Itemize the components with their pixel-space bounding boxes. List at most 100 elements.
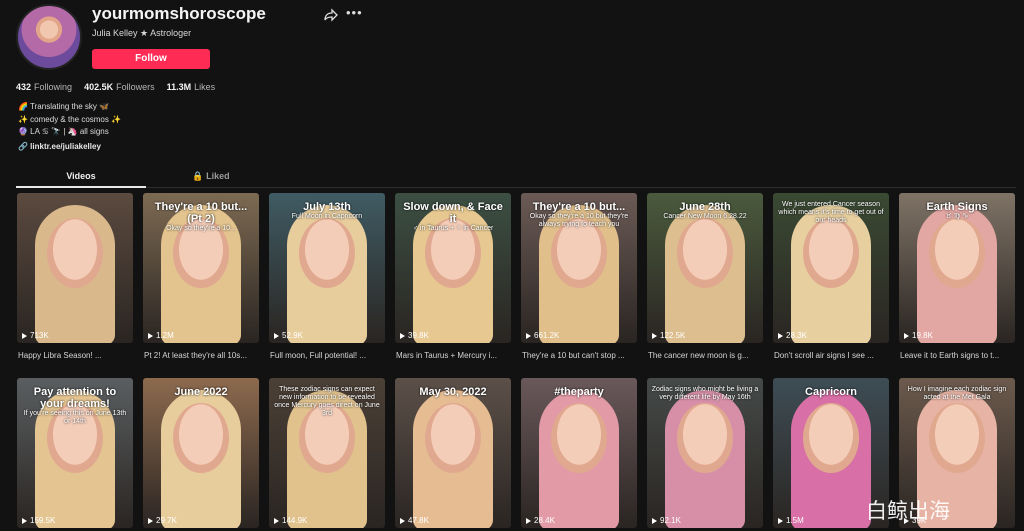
likes-count: 11.3M Likes [166, 82, 216, 92]
view-count: 29.7K [148, 516, 177, 525]
play-icon [22, 332, 27, 339]
video-thumbnail[interactable]: We just entered Cancer season which mean… [773, 193, 889, 343]
video-thumbnail[interactable]: Zodiac signs who might be living a very … [647, 378, 763, 528]
thumbnail-subtext: Okay so they're a 10... [166, 225, 236, 232]
view-count-text: 1.2M [156, 331, 174, 340]
active-tab-indicator [16, 186, 146, 188]
thumbnail-face [299, 218, 355, 288]
play-icon [652, 517, 657, 524]
video-thumbnail[interactable]: May 30, 2022 47.8K [395, 378, 511, 528]
play-icon [148, 332, 153, 339]
view-count-text: 39.8K [408, 331, 429, 340]
profile-link[interactable]: 🔗 linktr.ee/juliakelley [18, 142, 101, 151]
profile-bio: 🌈 Translating the sky 🦋 ✨ comedy & the c… [18, 101, 121, 139]
video-caption[interactable]: Happy Libra Season! ... [18, 351, 134, 360]
play-icon [526, 517, 531, 524]
view-count-text: 1.5M [786, 516, 804, 525]
thumbnail-subtext: Zodiac signs who might be living a very … [651, 386, 759, 401]
video-thumbnail[interactable]: These zodiac signs can expect new inform… [269, 378, 385, 528]
play-icon [22, 517, 27, 524]
play-icon [778, 517, 783, 524]
thumbnail-overlay-text: May 30, 2022 [399, 386, 507, 398]
following-count[interactable]: 432 Following [16, 82, 72, 92]
play-icon [904, 332, 909, 339]
thumbnail-subtext: Full Moon in Capricorn [291, 213, 363, 220]
view-count: 713K [22, 331, 49, 340]
view-count: 28.3K [778, 331, 807, 340]
video-thumbnail[interactable]: Slow down, & Face it ♂ in Taurus + ☿ in C… [395, 193, 511, 343]
thumbnail-subtext: ♉ ♍ ♑ [945, 213, 969, 220]
view-count-text: 28.3K [786, 331, 807, 340]
thumbnail-title: July 13th [303, 201, 351, 213]
view-count: 144.9K [274, 516, 307, 525]
view-count-text: 122.5K [660, 331, 686, 340]
video-thumbnail[interactable]: They're a 10 but... (Pt 2) Okay so they'r… [143, 193, 259, 343]
view-count-text: 28.4K [534, 516, 555, 525]
video-caption[interactable]: Don't scroll air signs I see ... [774, 351, 890, 360]
view-count-text: 144.9K [282, 516, 308, 525]
thumbnail-subtext: ♂ in Taurus + ☿ in Cancer [412, 225, 494, 232]
tab-liked[interactable]: 🔒 Liked [146, 171, 276, 182]
view-count: 92.1K [652, 516, 681, 525]
thumbnail-overlay-text: We just entered Cancer season which mean… [777, 201, 885, 225]
video-thumbnail[interactable]: 713K [17, 193, 133, 343]
profile-tabs: Videos 🔒 Liked [16, 168, 1016, 188]
thumbnail-overlay-text: #theparty [525, 386, 633, 398]
video-thumbnail[interactable]: #theparty 28.4K [521, 378, 637, 528]
thumbnail-overlay-text: They're a 10 but... Okay so they're a 10 … [525, 201, 633, 229]
play-icon [400, 517, 405, 524]
thumbnail-face [803, 403, 859, 473]
play-icon [652, 332, 657, 339]
video-thumbnail[interactable]: Pay attention to your dreams! If you're s… [17, 378, 133, 528]
watermark: 白鲸出海 [866, 499, 950, 523]
view-count-text: 47.8K [408, 516, 429, 525]
share-icon[interactable] [324, 8, 338, 22]
view-count: 122.5K [652, 331, 685, 340]
more-options-icon[interactable]: ••• [346, 5, 363, 20]
bio-line: 🌈 Translating the sky 🦋 [18, 102, 110, 111]
thumbnail-face [47, 218, 103, 288]
thumbnail-subtext: These zodiac signs can expect new inform… [274, 386, 380, 417]
video-caption[interactable]: Leave it to Earth signs to t... [900, 351, 1016, 360]
thumbnail-face [929, 218, 985, 288]
play-icon [274, 517, 279, 524]
tab-videos[interactable]: Videos [16, 171, 146, 181]
thumbnail-face [929, 403, 985, 473]
video-caption[interactable]: Pt 2! At least they're all 10s... [144, 351, 260, 360]
video-caption[interactable]: They're a 10 but can't stop ... [522, 351, 638, 360]
thumbnail-subtext: How I imagine each zodiac sign acted at … [907, 386, 1007, 401]
thumbnail-subtext: Okay so they're a 10 but they're always … [529, 213, 629, 228]
video-thumbnail[interactable]: June 2022 29.7K [143, 378, 259, 528]
thumbnail-title: #theparty [554, 386, 604, 398]
video-caption[interactable]: Mars in Taurus + Mercury i... [396, 351, 512, 360]
thumbnail-face [551, 403, 607, 473]
thumbnail-overlay-text: They're a 10 but... (Pt 2) Okay so they'r… [147, 201, 255, 233]
view-count: 661.2K [526, 331, 559, 340]
video-thumbnail[interactable]: June 28th Cancer New Moon 6.28.22 122.5K [647, 193, 763, 343]
avatar[interactable] [16, 4, 82, 70]
thumbnail-overlay-text: Capricorn [777, 386, 885, 398]
profile-subtitle: Julia Kelley ★ Astrologer [92, 28, 192, 38]
video-thumbnail[interactable]: They're a 10 but... Okay so they're a 10 … [521, 193, 637, 343]
video-thumbnail[interactable]: Earth Signs ♉ ♍ ♑ 19.8K [899, 193, 1015, 343]
view-count-text: 19.8K [912, 331, 933, 340]
followers-count[interactable]: 402.5K Followers [84, 82, 155, 92]
view-count: 159.5K [22, 516, 55, 525]
follow-button[interactable]: Follow [92, 49, 210, 69]
thumbnail-overlay-text: Earth Signs ♉ ♍ ♑ [903, 201, 1011, 221]
thumbnail-overlay-text: These zodiac signs can expect new inform… [273, 386, 381, 418]
thumbnail-title: Slow down, & Face it [403, 201, 503, 225]
video-caption[interactable]: The cancer new moon is g... [648, 351, 764, 360]
profile-stats: 432 Following 402.5K Followers 11.3M Likes [16, 82, 215, 92]
thumbnail-title: Earth Signs [926, 201, 988, 213]
thumbnail-title: June 2022 [174, 386, 228, 398]
play-icon [778, 332, 783, 339]
thumbnail-face [803, 218, 859, 288]
view-count-text: 52.9K [282, 331, 303, 340]
view-count-text: 92.1K [660, 516, 681, 525]
view-count: 19.8K [904, 331, 933, 340]
video-caption[interactable]: Full moon, Full potential! ... [270, 351, 386, 360]
thumbnail-face [677, 218, 733, 288]
view-count: 39.8K [400, 331, 429, 340]
video-thumbnail[interactable]: July 13th Full Moon in Capricorn 52.9K [269, 193, 385, 343]
